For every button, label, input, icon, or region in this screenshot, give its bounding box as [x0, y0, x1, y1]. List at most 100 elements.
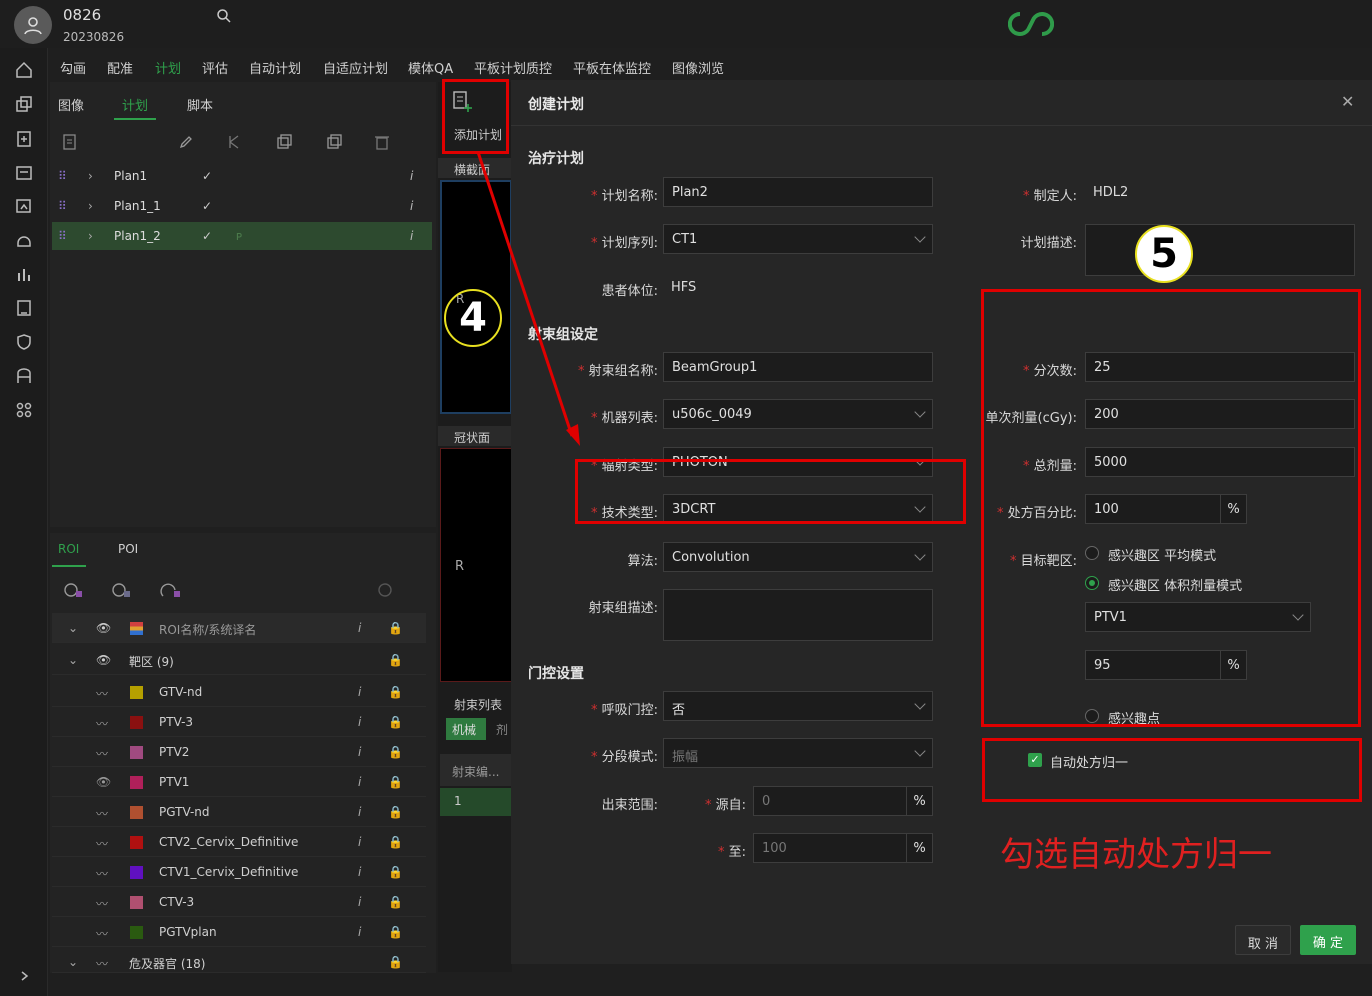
lock-icon[interactable]: 🔒 [388, 955, 403, 969]
eye-closed-icon[interactable]: 〰 [96, 895, 108, 912]
roi-color-swatch[interactable] [130, 926, 143, 939]
command-icon[interactable] [14, 400, 34, 420]
menu-item-epid-plan-qc[interactable]: 平板计划质控 [474, 58, 552, 77]
info-icon[interactable]: i [358, 715, 361, 729]
split-icon[interactable] [226, 134, 242, 154]
menu-item-evaluate[interactable]: 评估 [202, 58, 228, 77]
segment-mode-select[interactable]: 振幅 [663, 738, 933, 768]
roi-row[interactable]: 〰 PGTV-nd i 🔒 [52, 797, 426, 827]
info-icon[interactable]: i [358, 895, 361, 909]
info-icon[interactable]: i [358, 745, 361, 759]
info-icon[interactable]: i [358, 865, 361, 879]
lock-icon[interactable]: 🔒 [388, 621, 403, 635]
range-from-input[interactable]: 0 [753, 786, 907, 816]
plan-row-selected[interactable]: ⠿ › Plan1_2 ✓ ᴘ i [52, 222, 432, 250]
info-icon[interactable]: i [410, 169, 413, 183]
report-icon[interactable] [14, 298, 34, 318]
roi-row[interactable]: 〰 CTV-3 i 🔒 [52, 887, 426, 917]
clipboard-icon[interactable] [14, 128, 34, 148]
beam-group-name-input[interactable]: BeamGroup1 [663, 352, 933, 382]
info-icon[interactable]: i [358, 685, 361, 699]
roi-color-swatch[interactable] [130, 716, 143, 729]
info-icon[interactable]: i [358, 925, 361, 939]
roi-row[interactable]: 〰 CTV1_Cervix_Definitive i 🔒 [52, 857, 426, 887]
ok-button[interactable]: 确 定 [1300, 925, 1356, 955]
roi-tool-icon[interactable] [62, 581, 84, 603]
menu-item-epid-invivo[interactable]: 平板在体监控 [573, 58, 651, 77]
tab-roi[interactable]: ROI [58, 542, 79, 556]
roi-color-swatch[interactable] [130, 686, 143, 699]
delete-icon[interactable] [374, 134, 390, 154]
copy-icon[interactable] [276, 134, 292, 154]
search-icon[interactable] [216, 8, 232, 28]
chevron-right-icon[interactable]: › [88, 199, 93, 213]
lock-icon[interactable]: 🔒 [388, 925, 403, 939]
eye-closed-icon[interactable]: 〰 [96, 715, 108, 732]
roi-color-swatch[interactable] [130, 836, 143, 849]
edit-icon[interactable] [178, 134, 194, 154]
roi-row[interactable]: 〰 PGTVplan i 🔒 [52, 917, 426, 947]
roi-row[interactable]: 👁 PTV1 i 🔒 [52, 767, 426, 797]
tab-script[interactable]: 脚本 [187, 95, 213, 114]
eye-closed-icon[interactable]: 〰 [96, 745, 108, 762]
chevron-down-icon[interactable]: ⌄ [68, 653, 78, 667]
roi-row[interactable]: 〰 GTV-nd i 🔒 [52, 677, 426, 707]
eye-closed-icon[interactable]: 〰 [96, 685, 108, 702]
plan-row[interactable]: ⠿ › Plan1 ✓ i [52, 162, 432, 190]
range-to-input[interactable]: 100 [753, 833, 907, 863]
gantry-icon[interactable] [14, 366, 34, 386]
bar-chart-icon[interactable] [14, 264, 34, 284]
roi-row[interactable]: 〰 PTV-3 i 🔒 [52, 707, 426, 737]
eye-closed-icon[interactable]: 〰 [96, 955, 108, 972]
lock-icon[interactable]: 🔒 [388, 775, 403, 789]
eye-closed-icon[interactable]: 〰 [96, 805, 108, 822]
roi-color-swatch[interactable] [130, 776, 143, 789]
eye-icon[interactable]: 👁 [96, 653, 111, 667]
roi-group-row[interactable]: ⌄ 〰 危及器官 (18) 🔒 [52, 947, 426, 973]
menu-item-image-browse[interactable]: 图像浏览 [672, 58, 724, 77]
lock-icon[interactable]: 🔒 [388, 685, 403, 699]
roi-edit-icon[interactable] [160, 581, 182, 603]
roi-color-swatch[interactable] [130, 896, 143, 909]
image-check-icon[interactable] [14, 196, 34, 216]
close-icon[interactable]: ✕ [1341, 92, 1354, 111]
lock-icon[interactable]: 🔒 [388, 715, 403, 729]
chevron-down-icon[interactable]: ⌄ [68, 621, 78, 635]
roi-row[interactable]: 〰 CTV2_Cervix_Definitive i 🔒 [52, 827, 426, 857]
info-icon[interactable]: i [410, 229, 413, 243]
refresh-icon[interactable] [376, 581, 394, 603]
lock-icon[interactable]: 🔒 [388, 835, 403, 849]
machine-select[interactable]: u506c_0049 [663, 399, 933, 429]
chevron-down-icon[interactable]: ⌄ [68, 955, 78, 969]
roi-row[interactable]: 〰 PTV2 i 🔒 [52, 737, 426, 767]
lock-icon[interactable]: 🔒 [388, 865, 403, 879]
lock-icon[interactable]: 🔒 [388, 895, 403, 909]
menu-item-adaptive-plan[interactable]: 自适应计划 [323, 58, 388, 77]
tab-poi[interactable]: POI [118, 542, 138, 556]
beam-row[interactable]: 1 [440, 788, 512, 816]
info-icon[interactable]: i [410, 199, 413, 213]
menu-item-phantom-qa[interactable]: 模体QA [408, 58, 453, 77]
avatar[interactable] [14, 6, 52, 44]
shield-icon[interactable] [14, 332, 34, 352]
calendar-icon[interactable] [14, 162, 34, 182]
roi-color-swatch[interactable] [130, 746, 143, 759]
menu-item-auto-plan[interactable]: 自动计划 [249, 58, 301, 77]
coronal-view[interactable]: R [440, 448, 512, 682]
tab-machine[interactable]: 机械 [446, 718, 486, 740]
menu-item-plan[interactable]: 计划 [155, 58, 181, 77]
roi-tool-icon[interactable] [110, 581, 132, 603]
tab-image[interactable]: 图像 [58, 95, 84, 114]
roi-color-swatch[interactable] [130, 806, 143, 819]
lock-icon[interactable]: 🔒 [388, 745, 403, 759]
chevron-right-icon[interactable]: › [88, 229, 93, 243]
eye-closed-icon[interactable]: 〰 [96, 835, 108, 852]
tab-dose[interactable]: 剂 [496, 721, 508, 738]
menu-item-contour[interactable]: 勾画 [60, 58, 86, 77]
headset-icon[interactable] [14, 230, 34, 250]
eye-icon[interactable]: 👁 [96, 621, 111, 635]
cancel-button[interactable]: 取 消 [1235, 925, 1291, 955]
plan-desc-textarea[interactable] [1085, 224, 1355, 276]
chevron-right-icon[interactable]: › [88, 169, 93, 183]
duplicate-icon[interactable] [326, 134, 342, 154]
